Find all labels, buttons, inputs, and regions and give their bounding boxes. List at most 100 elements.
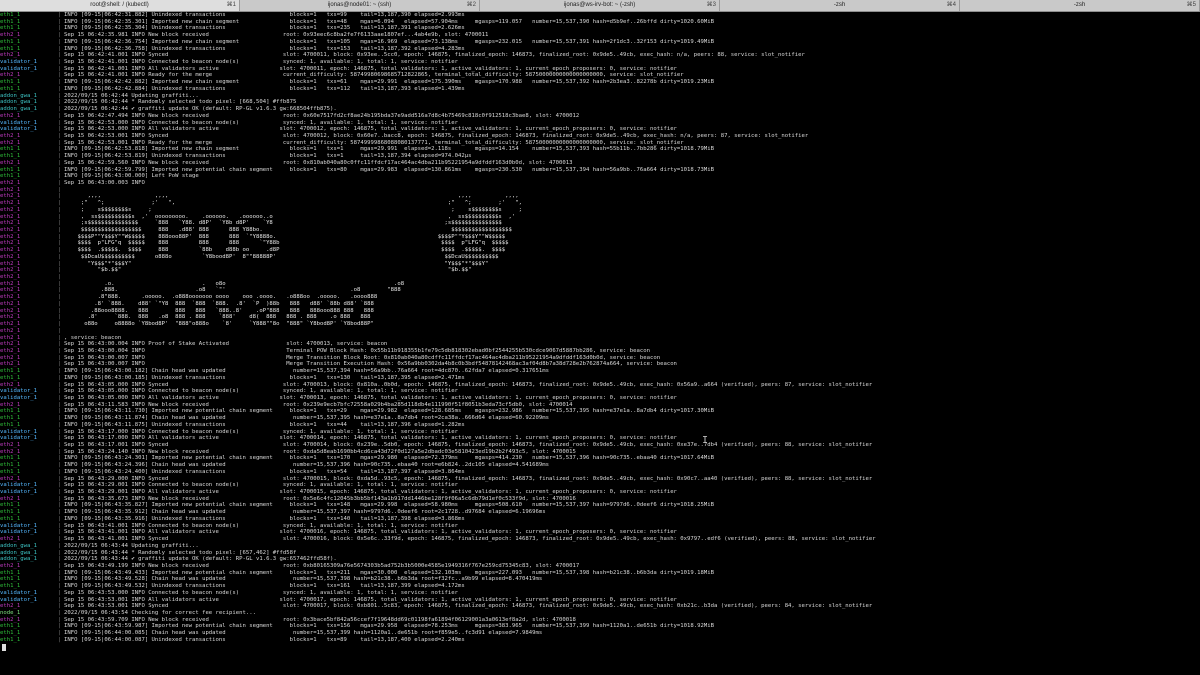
tab-1[interactable]: root@shell: / (kubectl) ⌘1 (0, 0, 240, 11)
tab-2[interactable]: ijonas@node01: ~ (ssh) ⌘2 (240, 0, 480, 11)
log-line: eth1_1 | INFO [09-15|06:43:49.532] Unindex… (0, 583, 1200, 590)
log-line: validator_1 | Sep 15 06:42:53.000 INFO All… (0, 126, 1200, 133)
log-message: Sep 15 06:43:41.001 INFO All validators … (64, 529, 677, 536)
prompt-line[interactable] (0, 643, 1200, 652)
log-line: addon_gwa_1 | 2022/09/15 06:42:44 ✔ graffi… (0, 106, 1200, 113)
log-line: eth1_1 | INFO [09-15|06:44:00.085] Chain h… (0, 630, 1200, 637)
log-message: Sep 15 06:43:41.001 INFO Connected to be… (64, 522, 459, 529)
log-message: , service: beacon (64, 334, 122, 341)
log-service-name: eth2_1 (0, 442, 21, 448)
log-message: Sep 15 06:42:53.000 INFO Connected to be… (64, 119, 459, 126)
log-message: Sep 15 06:42:47.494 INFO New block recei… (64, 112, 580, 119)
log-message: INFO [09-15|06:42:35.304] Unindexed tran… (64, 25, 465, 32)
log-line: eth2_1 | Sep 15 06:43:41.001 INFO Synced s… (0, 536, 1200, 543)
log-service-name: eth1_1 (0, 173, 21, 180)
log-line: validator_1 | Sep 15 06:43:17.000 INFO All… (0, 435, 1200, 442)
log-message: INFO [09-15|06:43:00.185] Unindexed tran… (64, 374, 465, 381)
log-service-name: eth2_1 (0, 132, 21, 139)
log-service-name: eth2_1 (0, 300, 21, 307)
log-line: eth1_1 | INFO [09-15|06:42:36.758] Unindex… (0, 46, 1200, 53)
log-message: Sep 15 06:43:41.001 INFO Synced slot: 47… (64, 536, 876, 543)
log-message: INFO [09-15|06:42:53.818] Imported new c… (64, 146, 714, 153)
log-line: eth2_1 | Sep 15 06:43:00.003 INFO (0, 180, 1200, 187)
tab-3[interactable]: ijonas@ws-irv-bot: ~ (-zsh) ⌘3 (480, 0, 720, 11)
ascii-art-line: , ss$$$$$$$$$$s ,' ooooooooo. .oooooo. .… (64, 213, 516, 220)
tab-title: -zsh (1073, 2, 1086, 8)
ascii-art-line: ;" ^; ;' ", ;" ^; ;' ", (64, 200, 523, 207)
log-service-name: eth1_1 (0, 462, 21, 469)
log-message: Sep 15 06:43:24.140 INFO New block recei… (64, 448, 576, 455)
log-line: validator_1 | Sep 15 06:42:41.001 INFO Con… (0, 59, 1200, 66)
log-message: 2022/09/15 06:43:44 * Randomly selected … (64, 549, 297, 556)
log-service-name: eth2_1 (0, 227, 21, 233)
log-service-name: eth2_1 (0, 347, 21, 354)
log-line: eth2_1 | (0, 328, 1200, 335)
log-line: eth2_1 | Sep 15 06:42:59.560 INFO New bloc… (0, 160, 1200, 167)
log-service-name: eth1_1 (0, 415, 21, 422)
log-message: Sep 15 06:43:17.000 INFO All validators … (64, 435, 677, 442)
log-line: validator_1 | Sep 15 06:43:05.000 INFO Con… (0, 388, 1200, 395)
log-line: eth2_1 | Sep 15 06:42:35.981 INFO New bloc… (0, 32, 1200, 39)
log-service-name: eth1_1 (0, 12, 21, 18)
log-line: validator_1 | Sep 15 06:43:17.000 INFO Con… (0, 429, 1200, 436)
tab-shortcut: ⌘5 (1186, 2, 1196, 8)
tab-5[interactable]: -zsh ⌘5 (960, 0, 1200, 11)
log-service-name: eth2_1 (0, 260, 21, 267)
log-service-name: eth1_1 (0, 502, 21, 509)
log-line: eth1_1 | INFO [09-15|06:43:35.827] Importe… (0, 502, 1200, 509)
log-service-name: eth2_1 (0, 603, 21, 610)
log-message: INFO [09-15|06:44:00.085] Chain head was… (64, 630, 543, 637)
tab-title: -zsh (833, 2, 846, 8)
ascii-art-line: ; s$$$$$$$$s ; ; s$$$$$$$$s ; (64, 206, 523, 213)
ascii-art-line: $$$$P""Y$$$Y""W$$$$$ 888ooo88P' 888 888 … (64, 233, 506, 240)
log-message: INFO [09-15|06:42:42.882] Imported new c… (64, 79, 714, 86)
log-message: Sep 15 06:43:29.001 INFO All validators … (64, 489, 677, 496)
tab-4[interactable]: -zsh ⌘4 (720, 0, 960, 11)
terminal-output[interactable]: eth1_1 | INFO [09-15|06:42:31.882] Unindex… (0, 12, 1200, 675)
log-line: eth2_1 | Sep 15 06:42:53.001 INFO Synced s… (0, 133, 1200, 140)
log-message: 2022/09/15 06:42:44 * Randomly selected … (64, 99, 297, 106)
log-message: Sep 15 06:43:17.000 INFO Connected to be… (64, 428, 459, 435)
log-service-name: addon_gwa_1 (0, 99, 38, 106)
ascii-art-line: ;s$$$$$$$$$$$$$$$ `888 `Y88. d8P' `Y8b d… (64, 220, 502, 227)
log-message: INFO [09-15|06:42:36.758] Unindexed tran… (64, 45, 465, 52)
log-message: Sep 15 06:42:41.001 INFO Synced slot: 47… (64, 52, 805, 59)
log-message: 2022/09/15 06:42:44 ✔ graffiti update OK… (64, 106, 337, 113)
log-service-name: eth2_1 (0, 294, 21, 301)
log-message: INFO [09-15|06:43:24.400] Unindexed tran… (64, 468, 465, 475)
log-line: validator_1 | Sep 15 06:43:41.001 INFO All… (0, 529, 1200, 536)
log-line: eth2_1 | .8' `888. d88' `"Y8 888 `888 `88… (0, 301, 1200, 308)
tab-bar: root@shell: / (kubectl) ⌘1 ijonas@node01… (0, 0, 1200, 12)
log-message: Sep 15 06:43:53.000 INFO Connected to be… (64, 589, 459, 596)
log-line: eth2_1 | (0, 187, 1200, 194)
log-line: eth1_1 | INFO [09-15|06:43:49.433] Importe… (0, 570, 1200, 577)
log-line: eth2_1 | $$DcaU$$$$$$$$$$ o888o `Y8bood8P… (0, 254, 1200, 261)
log-message: INFO [09-15|06:43:35.916] Unindexed tran… (64, 515, 465, 522)
ascii-art-line: .8"888. .ooooo. .o888ooooooo oooo ooo .o… (64, 294, 378, 301)
log-service-name: validator_1 (0, 529, 38, 536)
log-service-name: validator_1 (0, 489, 38, 496)
log-service-name: eth2_1 (0, 253, 21, 260)
log-service-name: validator_1 (0, 126, 38, 133)
log-line: eth2_1 | ;s$$$$$$$$$$$$$$$ `888 `Y88. d8P… (0, 220, 1200, 227)
log-service-name: eth2_1 (0, 562, 21, 569)
log-message: Sep 15 06:43:00.007 INFO Merge Transitio… (64, 361, 677, 368)
log-message: INFO [09-15|06:43:49.528] Chain head was… (64, 576, 543, 583)
log-message: INFO [09-15|06:43:11.874] Chain head was… (64, 415, 549, 422)
log-line: eth1_1 | INFO [09-15|06:43:59.987] Importe… (0, 623, 1200, 630)
log-message: Sep 15 06:43:00.004 INFO Terminal POW Bl… (64, 347, 650, 354)
log-separator: | (58, 327, 62, 334)
log-line: validator_1 | Sep 15 06:43:29.001 INFO Con… (0, 482, 1200, 489)
log-line: eth2_1 |, service: beacon (0, 335, 1200, 342)
log-line: eth2_1 | Sep 15 06:43:00.007 INFO Merge Tr… (0, 355, 1200, 362)
log-line: addon_gwa_1 | 2022/09/15 06:43:44 ✔ graffi… (0, 556, 1200, 563)
log-service-name: eth2_1 (0, 186, 21, 193)
ascii-art-line: .8' `888. d88' `"Y8 888 `888 `888. .8' `… (64, 300, 374, 307)
log-message: INFO [09-15|06:42:31.882] Unindexed tran… (64, 12, 465, 18)
log-message: Sep 15 06:43:53.001 INFO Synced slot: 47… (64, 603, 873, 610)
log-line: eth1_1 | INFO [09-15|06:43:35.912] Chain h… (0, 509, 1200, 516)
ascii-art-line: .88ooo8888. 888 888 888 `888..8' .oP"888… (64, 307, 374, 314)
log-service-name: eth2_1 (0, 179, 21, 186)
log-service-name: eth2_1 (0, 307, 21, 314)
log-line: eth2_1 | .o. . o8o .o8 (0, 281, 1200, 288)
